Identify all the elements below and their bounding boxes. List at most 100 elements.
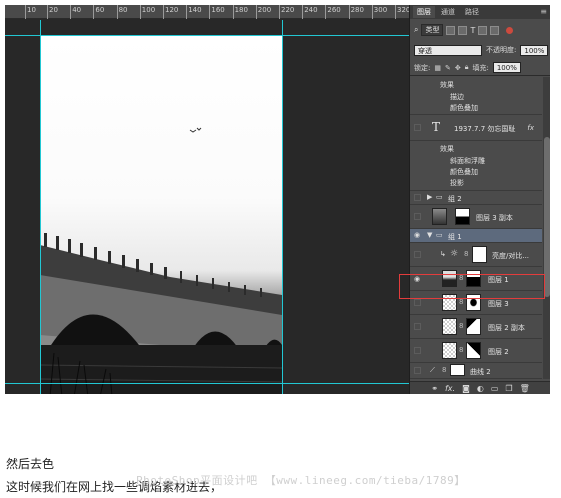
fx-icon[interactable]: fx (527, 124, 534, 132)
layer-effects-block-1[interactable]: 效果 描边 颜色叠加 (410, 77, 542, 115)
filter-shape-icon[interactable] (478, 25, 488, 35)
layer-name[interactable]: 组 2 (448, 194, 462, 204)
effects-label: 效果 (440, 145, 454, 153)
layer-name[interactable]: 图层 3 副本 (476, 213, 513, 223)
opacity-input[interactable]: 100% (520, 44, 549, 56)
trash-icon[interactable]: 🗑︎ (520, 384, 530, 393)
expand-arrow-icon[interactable]: ▶ (427, 193, 432, 201)
mask-icon[interactable]: ◙ (462, 384, 470, 393)
layers-scrollbar[interactable] (543, 77, 550, 379)
lock-image-icon[interactable]: ✎ (445, 64, 451, 72)
guide-vertical-right (282, 20, 283, 394)
tab-layers[interactable]: 图层 (413, 6, 435, 18)
visibility-toggle[interactable] (414, 367, 421, 374)
effect-stroke[interactable]: 描边 (450, 92, 464, 102)
chain-icon[interactable]: 8 (459, 298, 463, 306)
visibility-toggle[interactable] (414, 213, 421, 220)
visibility-toggle[interactable] (414, 299, 421, 306)
filter-row: ⌕ 类型 T (410, 21, 550, 39)
chain-icon[interactable]: 8 (442, 366, 446, 374)
visibility-toggle[interactable] (414, 323, 421, 330)
effect-color-overlay[interactable]: 颜色叠加 (450, 167, 478, 177)
filter-type-icon[interactable]: T (470, 26, 475, 35)
collapse-arrow-icon[interactable]: ▼ (427, 231, 432, 239)
layer-name[interactable]: 图层 2 (488, 347, 509, 357)
search-icon: ⌕ (414, 25, 419, 34)
fx-icon[interactable]: fx. (445, 384, 455, 393)
ruler-tick-label: 300 (373, 6, 388, 14)
brightness-layer-row[interactable]: ↳ ☼ 8 亮度/对比... (410, 243, 542, 267)
visibility-toggle[interactable] (414, 194, 421, 201)
ruler-tick (139, 5, 141, 19)
tab-channels[interactable]: 通道 (437, 6, 459, 18)
adjustment-icon[interactable]: ◐ (477, 384, 484, 393)
tab-paths[interactable]: 路径 (461, 6, 483, 18)
layer-2-copy-row[interactable]: 8 图层 2 副本 (410, 315, 542, 339)
ruler-tick-label: 40 (72, 6, 82, 14)
effects-label: 效果 (440, 81, 454, 89)
panel-tabs: 图层 通道 路径 ≡ (410, 5, 550, 19)
layer-mask-thumbnail[interactable] (466, 318, 481, 335)
chain-icon[interactable]: 8 (464, 250, 468, 258)
effect-color-overlay[interactable]: 颜色叠加 (450, 103, 478, 113)
folder-icon[interactable]: ▭ (491, 384, 499, 393)
layer-name[interactable]: 图层 3 (488, 299, 509, 309)
new-layer-icon[interactable]: ❐ (505, 384, 512, 393)
visibility-toggle[interactable] (414, 124, 421, 131)
effect-drop-shadow[interactable]: 投影 (450, 178, 464, 188)
layer-3-copy-row[interactable]: 图层 3 副本 (410, 205, 542, 229)
group-1-row[interactable]: ◉ ▼ ▭ 组 1 (410, 229, 542, 243)
canvas-area[interactable] (5, 20, 409, 394)
blend-row: 穿透 不透明度: 100% (410, 42, 550, 58)
clip-arrow-icon: ↳ (440, 250, 446, 258)
visibility-toggle[interactable] (414, 347, 421, 354)
layer-effects-block-2[interactable]: 效果 斜面和浮雕 颜色叠加 投影 (410, 141, 542, 191)
visibility-toggle[interactable] (414, 251, 421, 258)
layers-panel: 图层 通道 路径 ≡ ⌕ 类型 T 穿透 不透明度: 100% 锁定: ▦ ✎ … (409, 5, 550, 394)
ruler-tick (325, 5, 327, 19)
layer-name[interactable]: 图层 2 副本 (488, 323, 525, 333)
ruler-tick (348, 5, 350, 19)
ruler-tick-label: 240 (304, 6, 318, 14)
lock-transparent-icon[interactable]: ▦ (434, 64, 441, 72)
layer-name[interactable]: 亮度/对比... (492, 251, 529, 261)
layer-mask-thumbnail[interactable] (455, 208, 470, 225)
effect-bevel[interactable]: 斜面和浮雕 (450, 156, 485, 166)
lock-all-icon[interactable]: 🔒︎ (465, 63, 469, 72)
fill-label: 填充: (472, 63, 489, 72)
curves-icon: ⟋ (430, 366, 435, 374)
ruler-tick (186, 5, 188, 19)
blend-mode-select[interactable]: 穿透 (414, 44, 482, 56)
fill-input[interactable]: 100% (492, 62, 521, 73)
layer-thumbnail (442, 342, 457, 359)
filter-adjustment-icon[interactable] (458, 25, 468, 35)
eye-icon[interactable]: ◉ (414, 231, 420, 239)
layer-mask-thumbnail[interactable] (466, 342, 481, 359)
filter-smart-icon[interactable] (490, 25, 500, 35)
scrollbar-thumb[interactable] (544, 137, 550, 297)
filter-kind-select[interactable]: 类型 (421, 24, 444, 36)
lock-position-icon[interactable]: ✥ (455, 64, 461, 72)
layer-name[interactable]: 1937.7.7 勿忘国耻 (454, 124, 515, 134)
layer-mask-thumbnail[interactable] (450, 364, 465, 376)
filter-toggle-icon[interactable] (506, 26, 514, 34)
layer-2-row[interactable]: 8 图层 2 (410, 339, 542, 363)
group-2-row[interactable]: ▶ ▭ 组 2 (410, 191, 542, 205)
ruler-tick (25, 5, 26, 19)
chain-icon[interactable]: 8 (459, 322, 463, 330)
link-icon[interactable]: ⚭ (431, 384, 438, 393)
layer-name[interactable]: 组 1 (448, 232, 462, 242)
document-canvas[interactable] (40, 35, 282, 394)
chain-icon[interactable]: 8 (459, 346, 463, 354)
lock-row: 锁定: ▦ ✎ ✥ 🔒︎ 填充: 100% (410, 60, 550, 76)
text-layer-row[interactable]: T 1937.7.7 勿忘国耻 fx (410, 115, 542, 141)
guide-vertical-left (40, 20, 41, 394)
filter-pixel-icon[interactable] (446, 25, 456, 35)
watermark: PhotoShop平面设计吧 【www.lineeg.com/tieba/178… (136, 474, 466, 487)
curves-2-row[interactable]: ⟋ 8 曲线 2 (410, 363, 542, 379)
panel-menu-icon[interactable]: ≡ (540, 7, 547, 16)
layer-name[interactable]: 曲线 2 (470, 367, 491, 377)
bridge-photo (40, 127, 282, 394)
layer-mask-thumbnail[interactable] (472, 246, 487, 263)
guide-horizontal-bottom (5, 383, 409, 384)
